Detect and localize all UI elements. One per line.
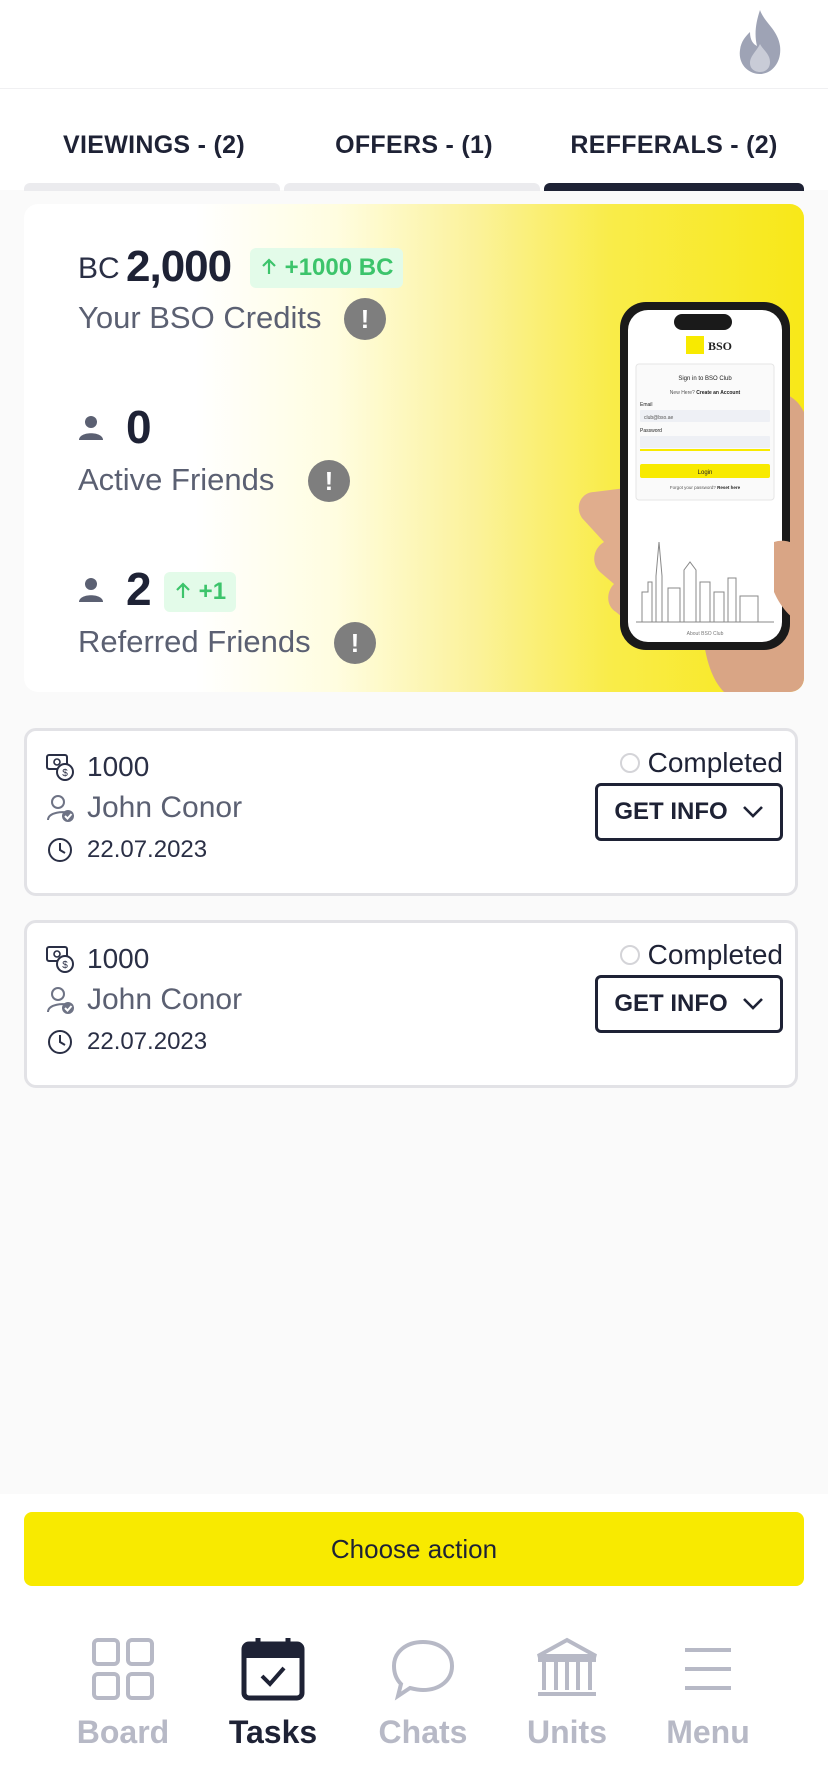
phone-reset: Reset here (717, 485, 741, 490)
phone-in-hand-illustration: BSO Sign in to BSO Club New Here? Create… (578, 302, 804, 692)
chevron-down-icon (742, 998, 763, 1010)
bc-currency-prefix: BC (78, 252, 120, 285)
phone-email-value: club@bso.ae (644, 415, 673, 421)
money-coin-icon: $ (46, 754, 74, 781)
user-verified-icon (47, 795, 74, 822)
svg-text:$: $ (62, 768, 68, 779)
task-tabs: VIEWINGS - (2) OFFERS - (1) REFFERALS - … (0, 88, 828, 191)
referral-status-label: Completed (647, 747, 783, 778)
credits-panel: BC 2,000 +1000 BC Your BSO Credits ! 0 A… (24, 204, 804, 692)
referral-amount-row: $ 1000 (45, 943, 149, 975)
phone-password-label: Password (640, 428, 662, 434)
arrow-up-icon (262, 258, 276, 274)
referral-status-label: Completed (647, 939, 783, 970)
active-friends-label: Active Friends (78, 462, 275, 497)
phone-about: About BSO Club (687, 631, 724, 637)
nav-label-board: Board (76, 1714, 170, 1750)
nav-label-menu: Menu (666, 1714, 750, 1750)
referral-date: 22.07.2023 (87, 1028, 208, 1055)
svg-text:New Here? Create an Account: New Here? Create an Account (670, 390, 741, 396)
phone-login-button: Login (698, 470, 713, 476)
nav-item-board[interactable]: Board (48, 1634, 198, 1751)
top-header (0, 0, 828, 88)
referral-card: $ 1000 John Conor 22.07.2023 Completed G… (24, 728, 798, 896)
action-bar: Choose action (0, 1494, 828, 1590)
referral-name-row: John Conor (45, 983, 242, 1017)
credits-label: Your BSO Credits (78, 300, 322, 335)
referral-date: 22.07.2023 (87, 836, 208, 863)
money-coin-icon: $ (46, 946, 74, 973)
referred-friends-value: 2 (126, 563, 152, 615)
nav-label-chats: Chats (378, 1714, 468, 1750)
building-columns-icon (537, 1637, 597, 1696)
credits-info-icon[interactable]: ! (344, 298, 386, 340)
phone-email-label: Email (640, 402, 653, 408)
person-icon (79, 578, 103, 602)
nav-item-units[interactable]: Units (492, 1634, 642, 1751)
referral-amount: 1000 (87, 943, 150, 974)
chat-bubble-icon (391, 1639, 455, 1701)
nav-item-tasks[interactable]: Tasks (198, 1634, 348, 1751)
bc-credits-value: 2,000 (126, 242, 232, 291)
arrow-up-icon (176, 582, 190, 598)
status-radio[interactable] (619, 753, 640, 773)
svg-text:$: $ (62, 960, 68, 971)
phone-create-account: Create an Account (696, 390, 740, 396)
get-info-label: GET INFO (614, 798, 728, 825)
tab-offers[interactable]: OFFERS - (1) (284, 131, 544, 160)
referral-date-row: 22.07.2023 (45, 835, 207, 865)
phone-new-here: New Here? (670, 390, 695, 396)
tab-offers-underline (284, 183, 540, 191)
referred-delta-text: +1 (198, 578, 227, 605)
bc-delta-badge: +1000 BC (250, 248, 404, 288)
bottom-navigation: Board Tasks Chats Units Menu (0, 1590, 828, 1791)
nav-item-menu[interactable]: Menu (633, 1634, 783, 1751)
referral-card: $ 1000 John Conor 22.07.2023 Completed G… (24, 920, 798, 1088)
referral-amount: 1000 (87, 751, 150, 782)
bc-delta-text: +1000 BC (284, 254, 394, 281)
referral-name: John Conor (87, 791, 243, 824)
referred-friends-label: Referred Friends (78, 624, 311, 659)
referral-name-row: John Conor (45, 791, 242, 825)
status-radio[interactable] (619, 945, 640, 965)
clock-icon (48, 838, 72, 862)
get-info-button[interactable]: GET INFO (595, 783, 783, 841)
person-icon (79, 416, 103, 440)
referral-name: John Conor (87, 983, 243, 1016)
phone-brand: BSO (708, 339, 732, 353)
tab-refferals[interactable]: REFFERALS - (2) (544, 131, 804, 160)
chevron-down-icon (742, 806, 763, 818)
referral-status: Completed (619, 939, 783, 971)
referred-friends-info-icon[interactable]: ! (334, 622, 376, 664)
tab-refferals-underline (544, 183, 804, 191)
get-info-label: GET INFO (614, 990, 728, 1017)
clock-icon (48, 1030, 72, 1054)
calendar-check-icon (241, 1638, 305, 1701)
tab-viewings[interactable]: VIEWINGS - (2) (24, 131, 284, 160)
phone-forgot: Forgot your password? (670, 485, 717, 490)
get-info-button[interactable]: GET INFO (595, 975, 783, 1033)
choose-action-button[interactable]: Choose action (24, 1512, 804, 1586)
nav-label-tasks: Tasks (228, 1714, 318, 1750)
user-verified-icon (47, 987, 74, 1014)
referred-delta-badge: +1 (164, 572, 237, 612)
referral-date-row: 22.07.2023 (45, 1027, 207, 1057)
referral-status: Completed (619, 747, 783, 779)
grid-icon (92, 1638, 154, 1700)
active-friends-info-icon[interactable]: ! (308, 460, 350, 502)
nav-label-units: Units (527, 1714, 607, 1750)
flame-icon[interactable] (732, 8, 788, 76)
svg-text:Forgot your password? Reset he: Forgot your password? Reset here (670, 485, 741, 490)
tab-viewings-underline (24, 183, 280, 191)
hamburger-icon (685, 1648, 731, 1690)
referral-amount-row: $ 1000 (45, 751, 149, 783)
nav-item-chats[interactable]: Chats (348, 1634, 498, 1751)
active-friends-value: 0 (126, 401, 152, 453)
phone-signin-title: Sign in to BSO Club (678, 376, 732, 382)
